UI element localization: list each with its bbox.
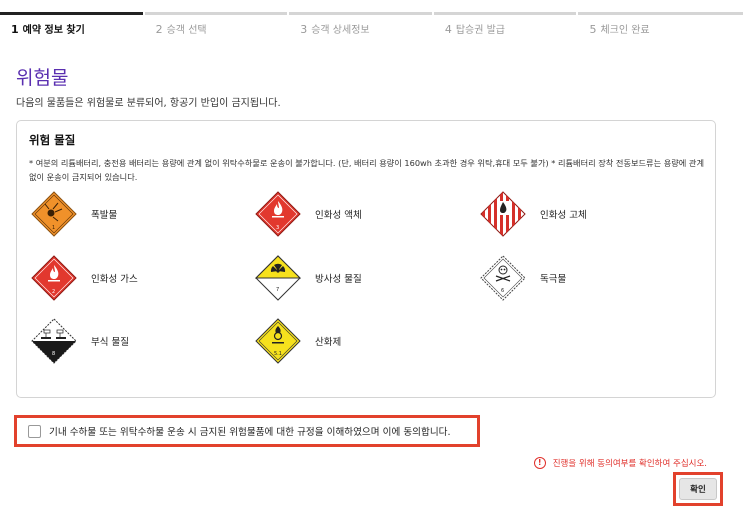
- hazard-label: 방사성 물질: [315, 274, 362, 285]
- hazard-item-toxic: 6 독극물: [480, 255, 566, 301]
- step-label: 승객 상세정보: [311, 25, 370, 36]
- confirm-button-highlight: 확인: [673, 472, 723, 506]
- svg-text:5.1: 5.1: [274, 351, 282, 357]
- hazard-label: 부식 물질: [91, 337, 129, 348]
- flammable-solid-icon: [480, 191, 526, 237]
- step-label: 탑승권 발급: [455, 25, 506, 36]
- oxidizer-icon: 5.1: [255, 318, 301, 364]
- hazard-label: 인화성 가스: [91, 274, 138, 285]
- page-title: 위험물: [16, 67, 69, 89]
- hazard-label: 인화성 액체: [315, 210, 362, 221]
- agreement-label[interactable]: 기내 수하물 또는 위탁수하물 운송 시 금지된 위험물품에 대한 규정을 이해…: [49, 424, 451, 438]
- agreement-checkbox[interactable]: [28, 424, 41, 438]
- step-label: 체크인 완료: [600, 25, 650, 36]
- step-number: 1: [11, 23, 19, 36]
- hazard-item-flammable-solid: 인화성 고체: [480, 191, 587, 237]
- warning-text: 진행을 위해 동의여부를 확인하여 주십시오.: [552, 459, 707, 469]
- hazard-label: 독극물: [540, 274, 567, 285]
- hazard-items: 1 폭발물 3 인화성 액체 인화성 고체 2 인화성 가스 7 방사성 물질 …: [17, 121, 715, 397]
- step-label: 승객 선택: [166, 25, 207, 36]
- svg-text:1: 1: [52, 225, 55, 231]
- flammable-liquid-icon: 3: [255, 191, 301, 237]
- radioactive-icon: 7: [255, 255, 301, 301]
- step-label: 예약 정보 찾기: [22, 25, 85, 36]
- svg-text:3: 3: [276, 225, 279, 231]
- hazard-item-explosive: 1 폭발물: [31, 191, 117, 237]
- confirm-button[interactable]: 확인: [679, 478, 717, 500]
- hazard-item-radioactive: 7 방사성 물질: [255, 255, 362, 301]
- hazard-item-flammable-liquid: 3 인화성 액체: [255, 191, 362, 237]
- step-5: 5 체크인 완료: [578, 12, 743, 36]
- flammable-gas-icon: 2: [31, 255, 77, 301]
- step-number: 5: [589, 23, 597, 36]
- step-4: 4 탑승권 발급: [433, 12, 577, 36]
- page-description: 다음의 물품들은 위험물로 분류되어, 항공기 반입이 금지됩니다.: [16, 98, 281, 109]
- svg-text:6: 6: [501, 288, 504, 294]
- explosive-icon: 1: [31, 191, 77, 237]
- svg-text:8: 8: [52, 351, 55, 357]
- toxic-icon: 6: [480, 255, 526, 301]
- warning-icon: !: [533, 457, 546, 469]
- hazard-label: 산화제: [315, 337, 342, 348]
- hazard-label: 폭발물: [91, 210, 118, 221]
- hazard-item-oxidizer: 5.1 산화제: [255, 318, 341, 364]
- step-number: 2: [155, 23, 163, 36]
- step-number: 4: [444, 23, 452, 36]
- corrosive-icon: 8: [31, 318, 77, 364]
- hazard-box: 위험 물질 * 여분의 리튬배터리, 충전용 배터리는 용량에 관계 없이 위탁…: [16, 120, 716, 398]
- agreement-warning: ! 진행을 위해 동의여부를 확인하여 주십시오.: [533, 457, 707, 469]
- hazard-item-flammable-gas: 2 인화성 가스: [31, 255, 138, 301]
- hazard-label: 인화성 고체: [540, 210, 587, 221]
- step-3: 3 승객 상세정보: [289, 12, 432, 36]
- hazard-item-corrosive: 8 부식 물질: [31, 318, 129, 364]
- step-2: 2 승객 선택: [144, 12, 288, 36]
- step-number: 3: [300, 23, 308, 36]
- svg-text:7: 7: [276, 287, 279, 293]
- svg-text:2: 2: [52, 289, 55, 295]
- checkin-step-bar: 1 예약 정보 찾기 2 승객 선택 3 승객 상세정보 4 탑승권 발급 5 체크인 완…: [0, 12, 743, 36]
- step-1: 1 예약 정보 찾기: [0, 12, 143, 36]
- agreement-box[interactable]: 기내 수하물 또는 위탁수하물 운송 시 금지된 위험물품에 대한 규정을 이해…: [14, 415, 480, 447]
